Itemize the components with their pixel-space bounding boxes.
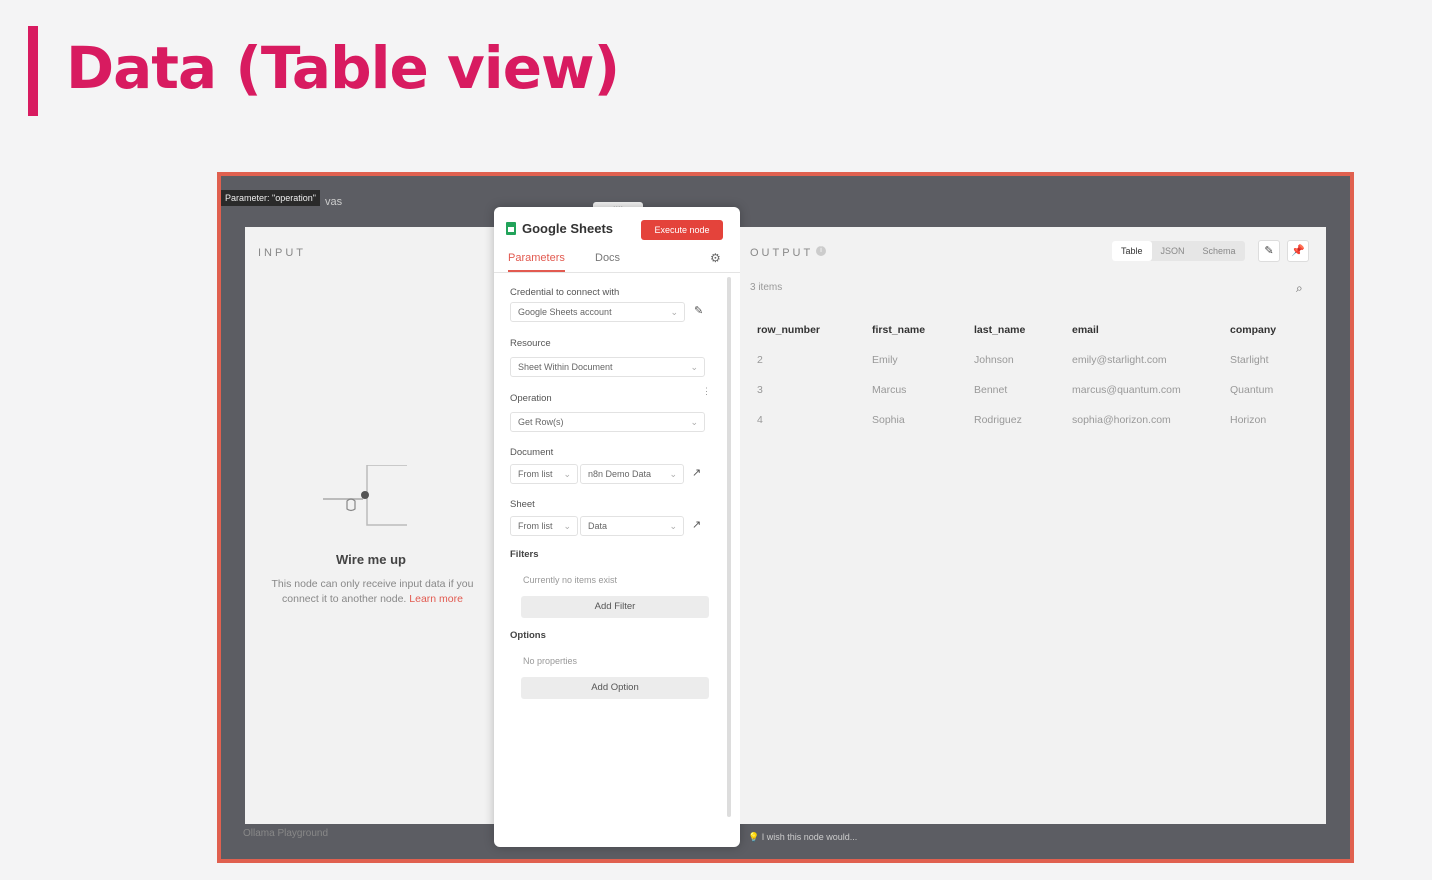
column-header[interactable]: company <box>1222 315 1302 345</box>
edit-credential-icon[interactable]: ✎ <box>694 304 703 317</box>
table-row: 3 Marcus Bennet marcus@quantum.com Quant… <box>749 375 1302 405</box>
filters-label: Filters <box>510 549 539 560</box>
sheet-mode-select[interactable]: From list ⌄ <box>510 516 578 536</box>
tab-parameters[interactable]: Parameters <box>508 252 565 272</box>
wire-me-up-title: Wire me up <box>336 552 406 567</box>
operation-select[interactable]: Get Row(s) ⌄ <box>510 412 705 432</box>
view-table-option[interactable]: Table <box>1112 241 1152 261</box>
output-table: row_number first_name last_name email co… <box>749 315 1302 435</box>
input-caption: INPUT <box>258 247 306 259</box>
document-label: Document <box>510 447 554 458</box>
info-icon[interactable]: i <box>816 246 826 256</box>
info-icon[interactable]: ⋮ <box>702 386 711 397</box>
scrollbar[interactable] <box>727 277 731 817</box>
view-json-option[interactable]: JSON <box>1152 241 1194 261</box>
open-external-icon[interactable]: ↗ <box>692 518 701 531</box>
canvas-label: vas <box>325 196 343 208</box>
document-mode-value: From list <box>518 469 553 479</box>
output-panel: OUTPUT i Table JSON Schema ✎ 📌 3 items ⌕… <box>740 227 1326 824</box>
feedback-hint[interactable]: 💡 I wish this node would... <box>748 832 857 843</box>
column-header[interactable]: last_name <box>966 315 1064 345</box>
chevron-down-icon: ⌄ <box>690 417 698 427</box>
sheet-value: Data <box>588 521 608 531</box>
output-caption: OUTPUT <box>750 247 814 259</box>
credential-value: Google Sheets account <box>518 307 612 317</box>
operation-label: Operation <box>510 393 552 404</box>
document-mode-select[interactable]: From list ⌄ <box>510 464 578 484</box>
node-title: Google Sheets <box>522 221 614 236</box>
learn-more-link[interactable]: Learn more <box>409 593 463 605</box>
tab-divider <box>494 272 740 273</box>
canvas-footer: Ollama Playground <box>243 828 329 839</box>
add-option-button[interactable]: Add Option <box>521 677 709 699</box>
view-schema-option[interactable]: Schema <box>1194 241 1245 261</box>
table-cell: 4 <box>757 414 763 426</box>
view-toggle: Table JSON Schema <box>1112 241 1245 261</box>
table-cell: 2 <box>757 354 763 366</box>
search-icon[interactable]: ⌕ <box>1296 281 1303 296</box>
open-external-icon[interactable]: ↗ <box>692 466 701 479</box>
pencil-icon: ✎ <box>1264 245 1274 257</box>
table-cell: 3 <box>757 384 763 396</box>
add-filter-button[interactable]: Add Filter <box>521 596 709 618</box>
wire-me-up-text: This node can only receive input data if… <box>255 577 490 607</box>
execute-node-button[interactable]: Execute node <box>641 220 723 240</box>
document-select[interactable]: n8n Demo Data ⌄ <box>580 464 684 484</box>
node-header: Google Sheets <box>506 221 613 236</box>
tab-docs[interactable]: Docs <box>595 252 620 270</box>
table-cell: Emily <box>872 354 898 366</box>
google-sheets-icon <box>506 222 516 235</box>
chevron-down-icon: ⌄ <box>563 469 571 479</box>
chevron-down-icon: ⌄ <box>563 521 571 531</box>
sheet-mode-value: From list <box>518 521 553 531</box>
table-cell: Marcus <box>872 384 907 396</box>
resource-value: Sheet Within Document <box>518 362 613 372</box>
credential-label: Credential to connect with <box>510 287 620 298</box>
input-panel: INPUT Wire me up This node can only rece… <box>245 227 497 824</box>
column-header[interactable]: row_number <box>749 315 864 345</box>
wire-node-icon <box>323 465 407 526</box>
parameter-tooltip: Parameter: "operation" <box>221 190 320 206</box>
chevron-down-icon: ⌄ <box>670 307 678 317</box>
gear-icon[interactable]: ⚙ <box>710 251 721 265</box>
slide-title: Data (Table view) <box>66 34 620 102</box>
options-label: Options <box>510 630 546 641</box>
pin-icon: 📌 <box>1291 245 1305 257</box>
table-cell: sophia@horizon.com <box>1072 414 1171 426</box>
options-empty-text: No properties <box>523 656 578 666</box>
sheet-select[interactable]: Data ⌄ <box>580 516 684 536</box>
title-accent-bar <box>28 26 38 116</box>
filters-empty-text: Currently no items exist <box>523 575 618 585</box>
document-value: n8n Demo Data <box>588 469 652 479</box>
n8n-node-editor: Parameter: "operation" vas :::: INPUT Wi… <box>217 172 1354 863</box>
table-cell: marcus@quantum.com <box>1072 384 1181 396</box>
chevron-down-icon: ⌄ <box>690 362 698 372</box>
resource-label: Resource <box>510 338 551 349</box>
credential-select[interactable]: Google Sheets account ⌄ <box>510 302 685 322</box>
table-cell: Bennet <box>974 384 1008 396</box>
table-header-row: row_number first_name last_name email co… <box>749 315 1302 345</box>
table-cell: Horizon <box>1230 414 1267 426</box>
table-cell: Quantum <box>1230 384 1274 396</box>
items-count: 3 items <box>750 282 783 293</box>
table-row: 4 Sophia Rodriguez sophia@horizon.com Ho… <box>749 405 1302 435</box>
edit-output-button[interactable]: ✎ <box>1258 240 1280 262</box>
operation-value: Get Row(s) <box>518 417 564 427</box>
table-cell: emily@starlight.com <box>1072 354 1167 366</box>
table-cell: Starlight <box>1230 354 1269 366</box>
pin-data-button[interactable]: 📌 <box>1287 240 1309 262</box>
resource-select[interactable]: Sheet Within Document ⌄ <box>510 357 705 377</box>
table-cell: Sophia <box>872 414 905 426</box>
column-header[interactable]: email <box>1064 315 1222 345</box>
node-parameters-panel: Google Sheets Execute node Parameters Do… <box>494 207 740 847</box>
column-header[interactable]: first_name <box>864 315 966 345</box>
table-cell: Rodriguez <box>974 414 1022 426</box>
chevron-down-icon: ⌄ <box>669 521 677 531</box>
table-row: 2 Emily Johnson emily@starlight.com Star… <box>749 345 1302 375</box>
sheet-label: Sheet <box>510 499 535 510</box>
table-cell: Johnson <box>974 354 1014 366</box>
chevron-down-icon: ⌄ <box>669 469 677 479</box>
feedback-hint-text: I wish this node would... <box>761 832 858 842</box>
